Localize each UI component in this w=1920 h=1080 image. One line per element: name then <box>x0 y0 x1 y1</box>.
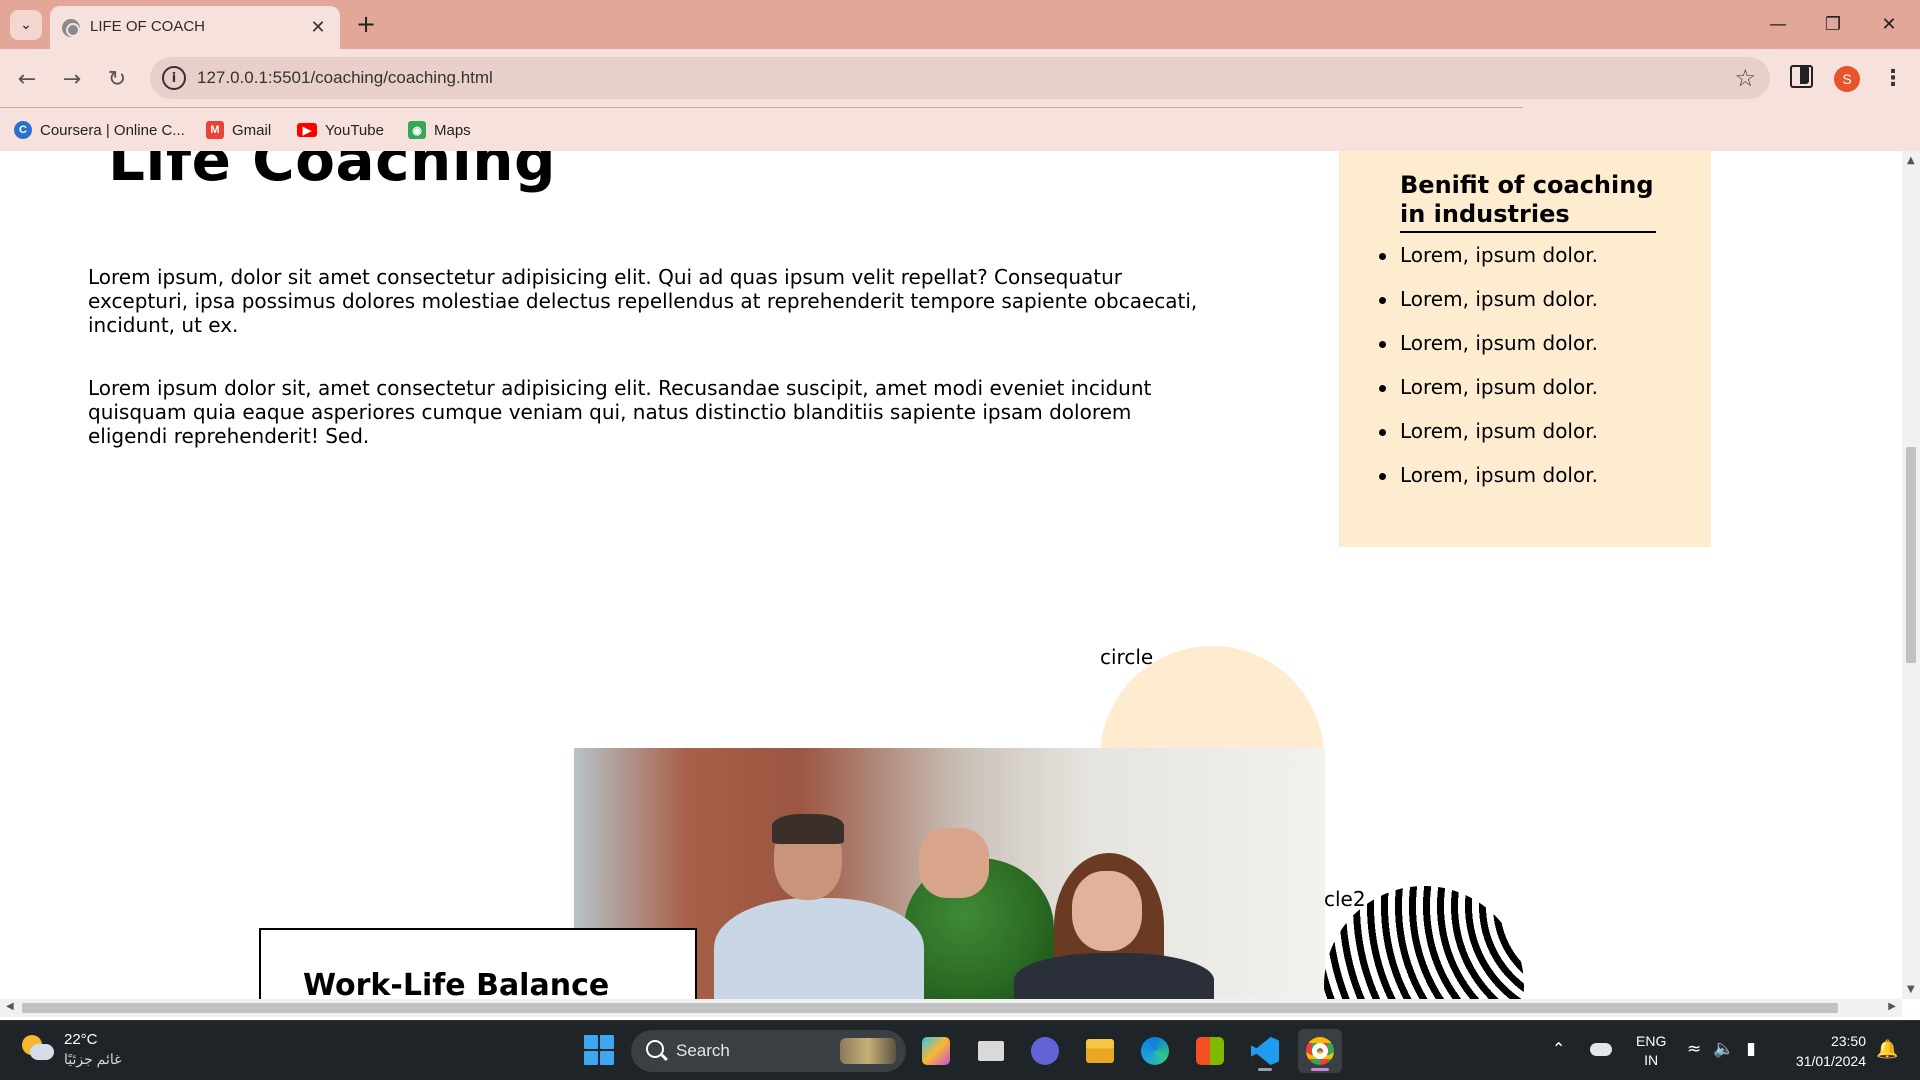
bookmarks-bar: C Coursera | Online C... M Gmail ▶ YouTu… <box>0 109 1920 151</box>
bookmark-coursera[interactable]: C Coursera | Online C... <box>14 117 185 143</box>
input-language[interactable]: ENG IN <box>1636 1032 1666 1070</box>
circle2-label: cle2 <box>1324 887 1366 911</box>
browser-tab-active[interactable]: LIFE OF COACH ✕ <box>50 6 340 49</box>
list-item: Lorem, ipsum dolor. <box>1379 243 1598 287</box>
benefits-sidebar: Benifit of coaching in industries Lorem,… <box>1339 151 1711 547</box>
scroll-down-icon[interactable]: ▼ <box>1907 984 1915 995</box>
bookmark-star-icon[interactable]: ☆ <box>1734 64 1756 92</box>
intro-paragraph: Lorem ipsum, dolor sit amet consectetur … <box>88 265 1198 337</box>
file-explorer-icon[interactable] <box>1078 1029 1122 1073</box>
photo-high-five <box>919 828 989 898</box>
new-tab-button[interactable]: + <box>352 10 380 38</box>
region-code: IN <box>1644 1052 1659 1068</box>
search-highlight-image <box>840 1038 896 1064</box>
system-tray-icons[interactable]: ≈ 🔈 ▮ <box>1687 1039 1756 1059</box>
profile-avatar[interactable]: S <box>1834 66 1860 92</box>
maps-icon: ◉ <box>408 121 426 139</box>
forward-button[interactable]: → <box>55 62 89 96</box>
horizontal-scroll-thumb[interactable] <box>22 1003 1838 1013</box>
volume-icon[interactable]: 🔈 <box>1713 1039 1734 1059</box>
restore-button[interactable]: ❐ <box>1810 8 1856 40</box>
weather-temperature[interactable]: 22°C <box>64 1031 98 1048</box>
photo-man <box>714 814 924 999</box>
url-text[interactable]: 127.0.0.1:5501/coaching/coaching.html <box>197 68 493 88</box>
tab-search-button[interactable]: ⌄ <box>10 10 42 40</box>
list-item: Lorem, ipsum dolor. <box>1379 375 1598 419</box>
clock-date: 31/01/2024 <box>1795 1053 1866 1069</box>
minimize-button[interactable]: — <box>1755 8 1801 40</box>
bookmarks-divider <box>0 107 1523 108</box>
globe-icon <box>62 19 80 37</box>
card-title: Work-Life Balance <box>303 968 610 999</box>
list-item: Lorem, ipsum dolor. <box>1379 331 1598 375</box>
scroll-left-icon[interactable]: ◀ <box>6 1001 14 1012</box>
edge-icon[interactable] <box>1133 1029 1177 1073</box>
browser-tab-strip: ⌄ LIFE OF COACH ✕ + — ❐ ✕ <box>0 0 1920 49</box>
wifi-icon[interactable]: ≈ <box>1687 1039 1701 1059</box>
teams-icon[interactable] <box>1023 1029 1067 1073</box>
language-code: ENG <box>1636 1033 1667 1049</box>
windows-taskbar: 22°C غائم جزئيًا Search ⌃ ENG IN ≈ 🔈 ▮ 2… <box>0 1020 1920 1080</box>
page-viewport[interactable]: Life Coaching Lorem ipsum, dolor sit ame… <box>0 151 1902 999</box>
notification-bell-icon[interactable]: 🔔 <box>1876 1039 1898 1060</box>
tab-title: LIFE OF COACH <box>90 18 206 35</box>
vertical-scrollbar[interactable]: ▲ ▼ <box>1902 151 1920 999</box>
start-button[interactable] <box>584 1035 614 1065</box>
bookmark-label: Coursera | Online C... <box>40 121 185 139</box>
bookmark-label: Maps <box>434 121 471 139</box>
address-bar[interactable]: i 127.0.0.1:5501/coaching/coaching.html … <box>150 57 1770 99</box>
bookmark-label: YouTube <box>325 121 384 139</box>
close-window-button[interactable]: ✕ <box>1866 8 1912 40</box>
circle-label: circle <box>1100 645 1154 669</box>
bookmark-maps[interactable]: ◉ Maps <box>408 117 471 143</box>
browser-toolbar: ← → ↻ i 127.0.0.1:5501/coaching/coaching… <box>0 49 1920 109</box>
scroll-right-icon[interactable]: ▶ <box>1888 1001 1896 1012</box>
chevron-down-icon: ⌄ <box>20 17 32 33</box>
weather-description[interactable]: غائم جزئيًا <box>64 1051 121 1068</box>
vertical-scroll-thumb[interactable] <box>1906 447 1916 663</box>
sidebar-title: Benifit of coaching in industries <box>1400 171 1656 233</box>
page-title: Life Coaching <box>108 151 557 194</box>
back-button[interactable]: ← <box>10 62 44 96</box>
bookmark-label: Gmail <box>232 121 272 139</box>
store-icon[interactable] <box>1188 1029 1232 1073</box>
chrome-icon[interactable] <box>1298 1029 1342 1073</box>
benefits-list: Lorem, ipsum dolor. Lorem, ipsum dolor. … <box>1379 243 1598 507</box>
close-tab-icon[interactable]: ✕ <box>306 15 330 39</box>
browser-menu-icon[interactable]: ⋮ <box>1880 62 1906 94</box>
youtube-icon: ▶ <box>297 123 317 137</box>
list-item: Lorem, ipsum dolor. <box>1379 287 1598 331</box>
side-panel-icon[interactable] <box>1787 62 1813 88</box>
copilot-icon[interactable] <box>914 1029 958 1073</box>
photo-woman <box>1014 853 1214 999</box>
onedrive-icon[interactable] <box>1590 1043 1612 1056</box>
second-paragraph: Lorem ipsum dolor sit, amet consectetur … <box>88 376 1152 448</box>
bookmark-gmail[interactable]: M Gmail <box>206 117 271 143</box>
work-life-balance-card: Work-Life Balance <box>259 928 697 999</box>
list-item: Lorem, ipsum dolor. <box>1379 419 1598 463</box>
show-hidden-icons[interactable]: ⌃ <box>1552 1039 1565 1058</box>
horizontal-scrollbar[interactable]: ◀ ▶ <box>0 999 1902 1017</box>
scroll-up-icon[interactable]: ▲ <box>1907 155 1915 166</box>
search-placeholder: Search <box>676 1041 730 1060</box>
clock-time: 23:50 <box>1830 1033 1866 1049</box>
battery-icon[interactable]: ▮ <box>1746 1039 1755 1059</box>
taskbar-search[interactable]: Search <box>631 1030 906 1072</box>
list-item: Lorem, ipsum dolor. <box>1379 463 1598 507</box>
gmail-icon: M <box>206 121 224 139</box>
reload-button[interactable]: ↻ <box>100 62 134 96</box>
vscode-icon[interactable] <box>1243 1029 1287 1073</box>
search-icon <box>646 1040 664 1058</box>
task-view-icon[interactable] <box>969 1029 1013 1073</box>
clock[interactable]: 23:50 31/01/2024 <box>1786 1031 1866 1071</box>
weather-icon[interactable] <box>22 1035 54 1063</box>
coursera-icon: C <box>14 121 32 139</box>
bookmark-youtube[interactable]: ▶ YouTube <box>297 117 384 143</box>
site-info-icon[interactable]: i <box>162 66 186 90</box>
